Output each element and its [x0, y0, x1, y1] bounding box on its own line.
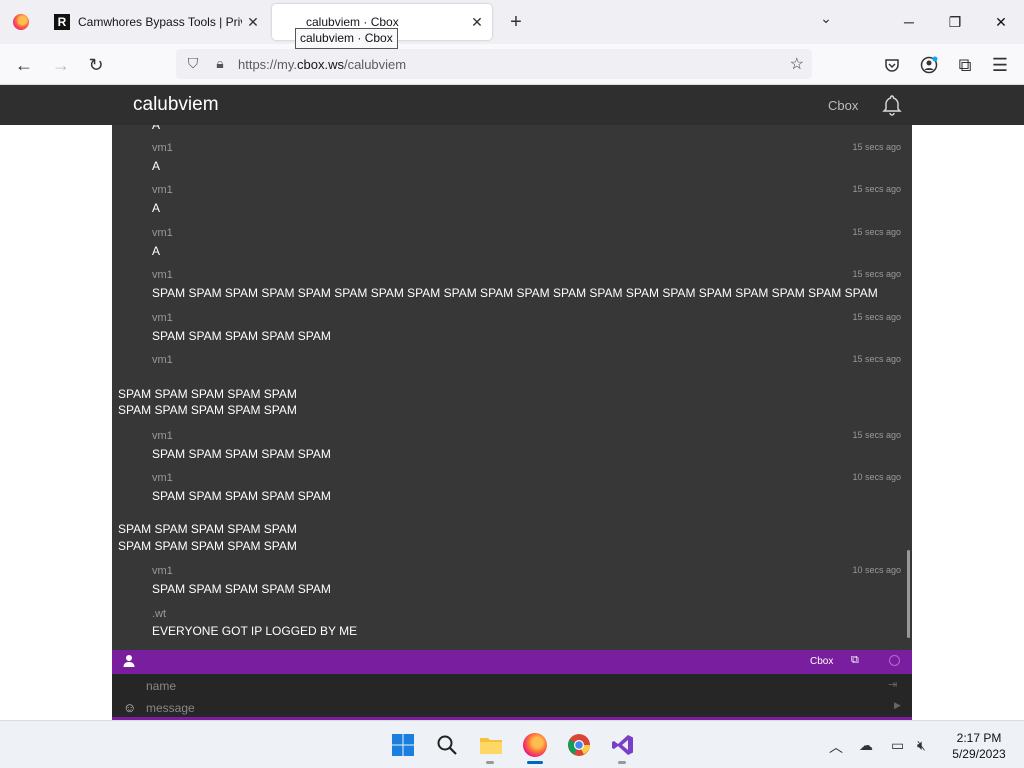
site-r-icon: R: [54, 14, 70, 30]
message-text: EVERYONE GOT IP LOGGED BY ME: [152, 624, 358, 638]
tab-tooltip: calubviem · Cbox: [295, 28, 398, 49]
message-text: SPAM SPAM SPAM SPAM SPAM: [152, 582, 331, 596]
raw-message-line: SPAM SPAM SPAM SPAM SPAM: [118, 539, 297, 553]
message-text: SPAM SPAM SPAM SPAM SPAM: [152, 447, 331, 461]
cbox-link[interactable]: Cbox: [810, 656, 833, 667]
list-tabs-chevron-icon[interactable]: ⌄: [814, 10, 838, 34]
message-time: 15 secs ago: [852, 430, 901, 440]
navigation-toolbar: ← → ↻ ⛉ 🔒︎ https://my.cbox.ws/calubviem …: [0, 44, 1024, 85]
speaker-muted-icon[interactable]: 🔇︎: [917, 737, 926, 754]
login-icon[interactable]: ⇥: [888, 678, 897, 691]
message-text: A: [152, 159, 161, 173]
raw-message-line: SPAM SPAM SPAM SPAM SPAM: [118, 403, 297, 417]
close-tab-icon[interactable]: ✕: [466, 14, 488, 31]
tab-title: calubviem · Cbox: [306, 15, 399, 29]
windows-taskbar: ︿ ☁ ▭ 🔇︎ 2:17 PM 5/29/2023: [0, 720, 1024, 768]
name-input[interactable]: [146, 677, 876, 695]
tab-strip: R Camwhores Bypass Tools | Priva ✕ calub…: [0, 0, 1024, 44]
account-icon[interactable]: [914, 50, 944, 80]
chat-message-list[interactable]: A vm1 15 secs ago A vm1 15 secs ago A vm…: [112, 125, 912, 650]
clock-time: 2:17 PM: [956, 731, 1002, 745]
clock-date: 5/29/2023: [952, 747, 1006, 761]
message-author[interactable]: vm1: [152, 565, 173, 577]
forward-icon[interactable]: →: [46, 50, 76, 80]
restore-button[interactable]: ❐: [932, 0, 978, 44]
message-text: A: [152, 125, 161, 132]
send-icon[interactable]: ▶: [894, 700, 901, 711]
message-author[interactable]: vm1: [152, 269, 173, 281]
site-header: calubviem Cbox: [0, 85, 1024, 125]
close-window-button[interactable]: ✕: [978, 0, 1024, 44]
message-author[interactable]: vm1: [152, 430, 173, 442]
chrome-icon[interactable]: [565, 731, 593, 759]
chat-toolbar: Cbox ⧉: [112, 650, 912, 674]
firefox-icon: [13, 14, 29, 30]
running-indicator: [618, 761, 626, 764]
onedrive-icon[interactable]: ☁: [859, 737, 873, 754]
windows-start-icon[interactable]: [389, 731, 417, 759]
web-page: calubviem Cbox A vm1 15 secs ago A vm1 1…: [0, 85, 1024, 720]
tab-title: Camwhores Bypass Tools | Priva: [78, 15, 242, 29]
close-tab-icon[interactable]: ✕: [242, 14, 264, 31]
message-text: A: [152, 201, 161, 215]
message-author[interactable]: vm1: [152, 354, 173, 366]
message-text: A: [152, 244, 161, 258]
cbox-link[interactable]: Cbox: [828, 98, 858, 113]
message-time: 15 secs ago: [852, 184, 901, 194]
tab-camwhores-bypass[interactable]: R Camwhores Bypass Tools | Priva ✕: [44, 4, 268, 40]
tracking-shield-icon[interactable]: ⛉: [184, 55, 202, 73]
message-author[interactable]: vm1: [152, 184, 173, 196]
message-time: 15 secs ago: [852, 227, 901, 237]
system-clock[interactable]: 2:17 PM 5/29/2023: [944, 730, 1014, 762]
message-author[interactable]: .wt: [152, 608, 166, 620]
message-time: 10 secs ago: [852, 565, 901, 575]
page-title[interactable]: calubviem: [133, 94, 219, 116]
pocket-icon[interactable]: [877, 50, 907, 80]
message-time: 15 secs ago: [852, 269, 901, 279]
raw-message-line: SPAM SPAM SPAM SPAM SPAM: [118, 522, 297, 536]
visual-studio-icon[interactable]: [609, 731, 637, 759]
minimize-button[interactable]: ─: [886, 0, 932, 44]
back-icon[interactable]: ←: [9, 50, 39, 80]
search-icon[interactable]: [433, 731, 461, 759]
lock-icon[interactable]: 🔒︎: [211, 55, 229, 73]
show-hidden-icons-chevron[interactable]: ︿: [829, 737, 843, 757]
new-tab-button[interactable]: +: [502, 8, 530, 36]
user-icon[interactable]: [122, 654, 136, 668]
firefox-taskbar-icon[interactable]: [521, 731, 549, 759]
refresh-icon[interactable]: [889, 655, 900, 666]
bell-icon[interactable]: [880, 93, 904, 117]
message-time: 15 secs ago: [852, 354, 901, 364]
reload-icon[interactable]: ↻: [81, 50, 111, 80]
firefox-view-button[interactable]: [0, 0, 42, 44]
chat-form: ⇥ ☺ ▶: [112, 674, 912, 720]
raw-message-line: SPAM SPAM SPAM SPAM SPAM: [118, 387, 297, 401]
extensions-icon[interactable]: ⧉: [950, 50, 980, 80]
running-indicator: [486, 761, 494, 764]
message-author[interactable]: vm1: [152, 227, 173, 239]
message-time: 15 secs ago: [852, 142, 901, 152]
display-icon[interactable]: ▭: [891, 737, 904, 754]
message-author[interactable]: vm1: [152, 142, 173, 154]
message-author[interactable]: vm1: [152, 312, 173, 324]
message-text: SPAM SPAM SPAM SPAM SPAM SPAM SPAM SPAM …: [152, 286, 878, 300]
active-indicator: [527, 761, 543, 764]
menu-hamburger-icon[interactable]: ☰: [985, 50, 1015, 80]
url-text[interactable]: https://my.cbox.ws/calubviem: [238, 57, 406, 72]
chat-scrollbar[interactable]: [907, 550, 910, 638]
smiley-icon[interactable]: ☺: [123, 700, 136, 715]
external-link-icon[interactable]: ⧉: [851, 654, 859, 667]
url-bar[interactable]: ⛉ 🔒︎ https://my.cbox.ws/calubviem ☆: [176, 49, 812, 79]
message-author[interactable]: vm1: [152, 472, 173, 484]
message-text: SPAM SPAM SPAM SPAM SPAM: [152, 329, 331, 343]
message-text: SPAM SPAM SPAM SPAM SPAM: [152, 489, 331, 503]
message-input[interactable]: [146, 699, 876, 717]
file-explorer-icon[interactable]: [477, 731, 505, 759]
message-time: 10 secs ago: [852, 472, 901, 482]
bookmark-star-icon[interactable]: ☆: [790, 54, 804, 74]
message-time: 15 secs ago: [852, 312, 901, 322]
